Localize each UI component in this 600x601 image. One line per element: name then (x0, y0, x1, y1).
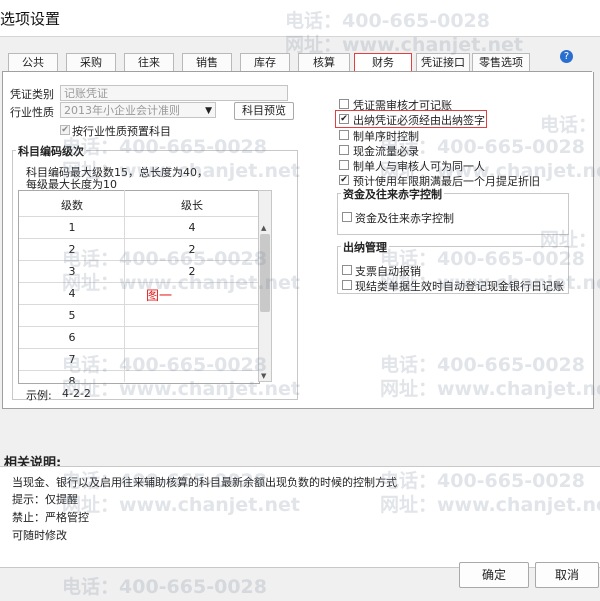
option-checkbox[interactable] (339, 130, 349, 140)
grid-cell-level: 8 (19, 371, 125, 383)
option-checkbox[interactable]: ✔ (339, 114, 349, 124)
coding-group-title: 科目编码级次 (16, 143, 86, 159)
tab-voucher-interface[interactable]: 凭证接口 (416, 53, 470, 71)
cashier-label: 现结类单据生效时自动登记现金银行日记账 (355, 280, 564, 293)
fund-control-title: 资金及往来赤字控制 (341, 186, 444, 202)
cashier-checkbox[interactable] (342, 265, 352, 275)
example-label: 示例: (26, 389, 52, 402)
tab-inventory[interactable]: 库存 (240, 53, 290, 71)
grid-column-divider (124, 190, 125, 382)
grid-cell-level: 2 (19, 239, 125, 261)
industry-select: 2013年小企业会计准则 ▼ (60, 102, 216, 118)
figure-caption: 图一 (146, 289, 173, 304)
grid-cell-level: 5 (19, 305, 125, 327)
scroll-up-icon[interactable]: ▲ (261, 224, 266, 232)
preset-subjects-label: 按行业性质预置科目 (72, 125, 171, 138)
ok-button[interactable]: 确定 (459, 562, 529, 588)
grid-cell-level: 4 (19, 283, 125, 305)
tab-sales[interactable]: 销售 (182, 53, 232, 71)
description-line: 提示：仅提醒 (12, 493, 78, 506)
coding-grid[interactable]: 级数 级长 1 4 2 2 3 2 4 5 6 7 8 (18, 190, 260, 384)
cashier-checkbox[interactable] (342, 280, 352, 290)
scroll-down-icon[interactable]: ▼ (261, 372, 266, 380)
grid-cell-level: 7 (19, 349, 125, 371)
cancel-button[interactable]: 取消 (535, 562, 599, 588)
grid-cell-length[interactable]: 2 (125, 261, 259, 283)
description-line: 禁止：严格管控 (12, 511, 89, 524)
grid-cell-length[interactable]: 4 (125, 217, 259, 239)
description-line: 可随时修改 (12, 529, 67, 542)
tab-receivables[interactable]: 往来 (124, 53, 174, 71)
example-value: 4-2-2 (62, 387, 91, 400)
option-checkbox[interactable] (339, 145, 349, 155)
option-checkbox[interactable]: ✔ (339, 175, 349, 185)
grid-cell-level: 1 (19, 217, 125, 239)
window-title: 选项设置 (0, 10, 61, 28)
fund-control-checkbox[interactable] (342, 212, 352, 222)
option-label: 现金流量必录 (353, 145, 419, 158)
tab-retail-options[interactable]: 零售选项 (472, 53, 530, 71)
chevron-down-icon: ▼ (205, 106, 212, 116)
fund-control-label: 资金及往来赤字控制 (355, 212, 454, 225)
tab-purchase[interactable]: 采购 (66, 53, 116, 71)
description-line: 当现金、银行以及启用往来辅助核算的科目最新余额出现负数的时候的控制方式 (12, 476, 397, 489)
title-bar: 选项设置 (0, 0, 600, 36)
option-label: 出纳凭证必须经由出纳签字 (353, 114, 485, 127)
grid-header-level: 级数 (19, 195, 125, 217)
grid-cell-length[interactable] (125, 305, 259, 327)
industry-label: 行业性质 (10, 106, 54, 119)
grid-cell-length[interactable]: 2 (125, 239, 259, 261)
industry-value: 2013年小企业会计准则 (64, 104, 180, 117)
option-label: 制单序时控制 (353, 130, 419, 143)
option-label: 制单人与审核人可为同一人 (353, 160, 485, 173)
grid-cell-length[interactable] (125, 349, 259, 371)
option-checkbox[interactable] (339, 160, 349, 170)
voucher-type-label: 凭证类别 (10, 88, 54, 101)
cashier-title: 出纳管理 (341, 239, 389, 255)
question-icon[interactable]: ? (560, 50, 573, 63)
tab-finance[interactable]: 财务 (354, 53, 412, 72)
cashier-label: 支票自动报销 (355, 265, 421, 278)
option-checkbox[interactable] (339, 99, 349, 109)
voucher-type-value: 记账凭证 (64, 87, 108, 100)
grid-scroll-thumb[interactable] (260, 234, 270, 312)
tab-accounting[interactable]: 核算 (298, 53, 350, 71)
grid-cell-length[interactable] (125, 371, 259, 383)
grid-cell-length[interactable] (125, 327, 259, 349)
subject-preview-button[interactable]: 科目预览 (234, 102, 294, 120)
tab-common[interactable]: 公共 (8, 53, 58, 71)
voucher-type-select: 记账凭证 (60, 85, 288, 101)
grid-cell-level: 6 (19, 327, 125, 349)
grid-header-length: 级长 (125, 195, 259, 217)
preset-subjects-checkbox: ✔ (60, 125, 70, 135)
grid-cell-level: 3 (19, 261, 125, 283)
